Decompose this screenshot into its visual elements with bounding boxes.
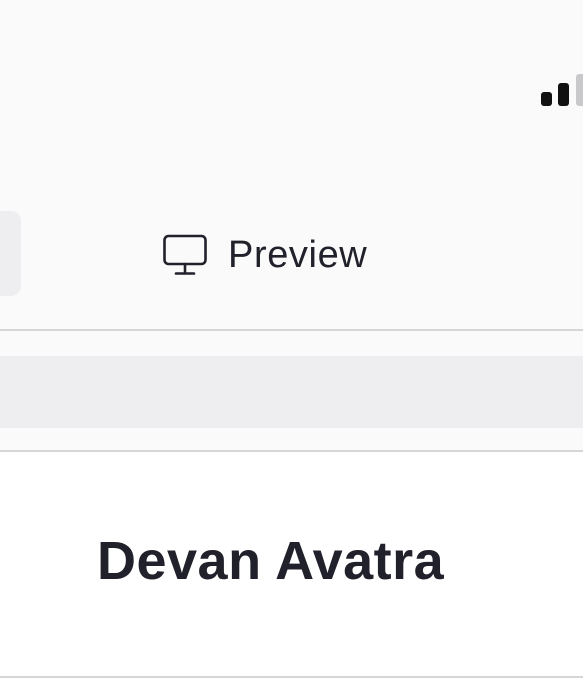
search-input[interactable] (0, 356, 583, 428)
profile-card: Devan Avatra (0, 452, 583, 688)
signal-bar-3 (576, 74, 583, 106)
app-screen: Preview Devan Avatra (0, 0, 583, 688)
profile-name: Devan Avatra (97, 531, 445, 591)
status-bar (0, 0, 583, 150)
signal-bar-2 (558, 83, 569, 106)
monitor-icon (163, 234, 207, 275)
signal-bar-1 (541, 92, 552, 106)
tab-preview[interactable]: Preview (162, 226, 367, 284)
tab-edit[interactable] (0, 211, 21, 296)
divider (0, 676, 583, 678)
cellular-signal-icon (541, 74, 583, 106)
search-section (0, 333, 583, 452)
editor-toolbar: Preview (0, 150, 583, 331)
tab-preview-label: Preview (228, 233, 368, 276)
